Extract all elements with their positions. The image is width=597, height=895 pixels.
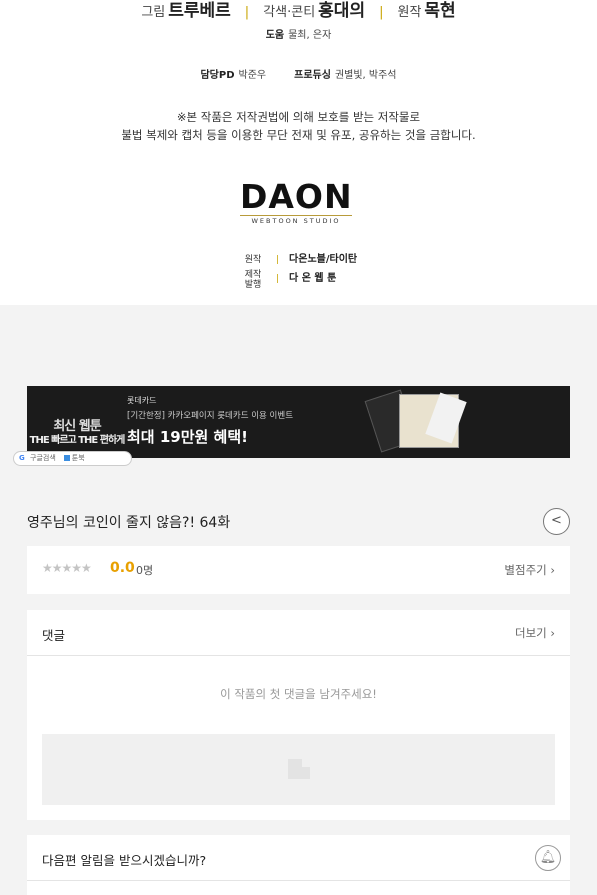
share-icon: < [551,513,562,528]
producing-names: 권별빛, 박주석 [334,70,397,81]
rating-count: 0명 [136,564,154,577]
publisher-separator: | [276,255,280,265]
ad-banner[interactable]: 최신 웹툰 THE 빠르고 THE 편하게 롯데카드 [기간한정] 카카오페이지… [27,386,570,458]
production-label: 제작 발행 [242,270,264,290]
publisher-separator: | [276,274,280,284]
toonbook-icon [63,455,70,461]
banner-left-line1: 최신 웹툰 [53,419,101,434]
comment-input[interactable] [42,734,555,805]
assist-names: 물최, 은자 [288,30,332,41]
production-value: 다 온 웹 툰 [289,273,337,284]
original-role: 원작 [397,5,422,20]
bell-icon: 🔔︎ [539,850,557,865]
notify-bell-button[interactable]: 🔔︎ [535,845,561,871]
publisher-original-label: 원작 [244,255,262,265]
notice-line-1: ※본 작품은 저작권법에 의해 보호를 받는 저작물로 [176,110,421,124]
toonbook-label: 툰북 [71,454,85,462]
rating-card: ★★★★★ 0.0 0명 별점주기 › [27,546,570,594]
producing-label: 프로듀싱 [294,70,331,81]
google-icon: G [19,454,25,462]
production-label-1: 제작 [244,270,262,280]
comment-title: 댓글 [42,628,66,643]
banner-headline: 최대 19만원 혜택! [127,428,248,446]
assist-label: 도움 [265,30,285,41]
notice-line-2: 불법 복제와 캡처 등을 이용한 무단 전재 및 유포, 공유하는 것을 금합니… [121,128,476,142]
search-pill[interactable]: G 구글검색 툰북 [13,451,132,466]
publisher-original-value: 다온노블/타이탄 [289,254,358,265]
rate-button[interactable]: 별점주기 › [504,562,555,578]
logo-underline [240,215,352,216]
art-name: 트루베르 [168,1,231,21]
publisher-original-row: 원작 | 다온노블/타이탄 [242,250,357,265]
banner-brand: 롯데카드 [127,396,157,405]
comment-more-button[interactable]: 더보기 › [515,625,555,641]
rating-score: 0.0 [110,560,135,576]
logo-main-text: DAON [240,177,353,216]
production-label-2: 발행 [244,280,262,290]
comment-card: 댓글 더보기 › 이 작품의 첫 댓글을 남겨주세요! [27,610,570,820]
logo-sub-text: WEBTOON STUDIO [251,217,341,225]
script-role: 각색·콘티 [263,5,316,20]
pd-name: 박준우 [238,70,267,81]
comment-header: 댓글 더보기 › [27,610,570,656]
staff-credit: 담당PD 박준우 프로듀싱 권별빛, 박주석 [0,66,597,81]
credit-separator: | [244,5,250,20]
script-name: 홍대의 [318,1,366,21]
assist-credit: 도움 물최, 은자 [0,26,597,41]
credit-separator: | [379,5,384,20]
notify-question: 다음편 알림을 받으시겠습니까? [42,853,207,868]
banner-promo: [기간한정] 카카오페이지 롯데카드 이용 이벤트 [127,411,294,421]
notify-card: 다음편 알림을 받으시겠습니까? 🔔︎ [27,835,570,895]
rating-stars-icon: ★★★★★ [42,561,92,575]
credit-row: 그림 트루베르 | 각색·콘티 홍대의 | 원작 목현 [0,0,597,21]
pd-label: 담당PD [200,70,235,81]
share-button[interactable]: < [543,508,570,535]
episode-title: 영주님의 코인이 줄지 않음?! 64화 [27,515,231,531]
comment-input-icon [288,759,310,779]
banner-left-line2: THE 빠르고 THE 편하게 [29,435,126,446]
divider [27,880,570,881]
copyright-notice: ※본 작품은 저작권법에 의해 보호를 받는 저작물로 불법 복제와 캡처 등을… [0,108,597,144]
art-role: 그림 [141,5,166,20]
banner-left-text: 최신 웹툰 THE 빠르고 THE 편하게 [27,420,127,448]
publisher-production-row: 제작 발행 | 다 온 웹 툰 [242,269,337,290]
empty-comment-message: 이 작품의 첫 댓글을 남겨주세요! [220,687,377,701]
credits-section: 그림 트루베르 | 각색·콘티 홍대의 | 원작 목현 도움 물최, 은자 담당PD 박준우 프로듀… [0,0,597,305]
original-name: 목현 [424,1,456,21]
google-search-label: 구글검색 [30,454,56,462]
daon-logo: DAON WEBTOON STUDIO [240,180,352,228]
